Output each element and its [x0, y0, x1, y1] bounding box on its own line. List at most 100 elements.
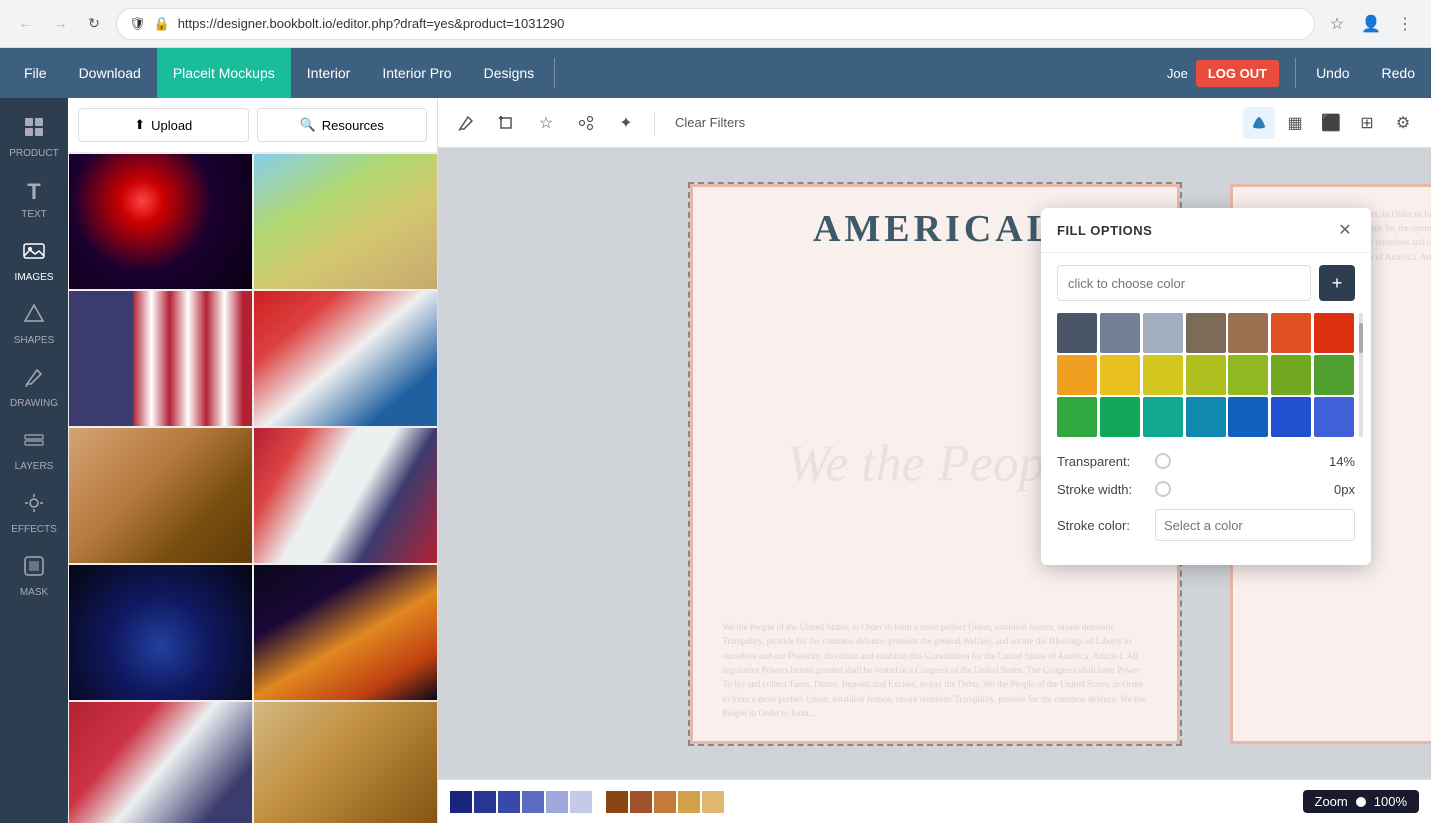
list-item[interactable] [253, 153, 437, 290]
color-strip-item[interactable] [702, 791, 724, 813]
star-tool[interactable]: ☆ [530, 107, 562, 139]
header-redo[interactable]: Redo [1366, 48, 1431, 98]
list-item[interactable] [253, 564, 437, 701]
color-swatch[interactable] [1100, 397, 1140, 437]
back-button[interactable]: ← [12, 10, 40, 38]
resources-button[interactable]: 🔍 Resources [257, 108, 428, 142]
stroke-width-radio[interactable] [1155, 481, 1171, 497]
zoom-control: Zoom 100% [1303, 790, 1419, 813]
bookmark-button[interactable]: ☆ [1323, 10, 1351, 38]
sidebar-item-layers[interactable]: LAYERS [0, 419, 68, 482]
list-item[interactable] [68, 427, 253, 564]
canvas-content[interactable]: AMERICAl We the People We the People of … [438, 148, 1431, 779]
address-bar[interactable]: 🛡 🔒 https://designer.bookbolt.io/editor.… [116, 8, 1315, 40]
color-swatch[interactable] [1143, 397, 1183, 437]
color-swatch[interactable] [1186, 397, 1226, 437]
color-add-button[interactable]: + [1319, 265, 1355, 301]
crop-tool[interactable] [490, 107, 522, 139]
color-swatch[interactable] [1186, 313, 1226, 353]
pencil-tool[interactable] [450, 107, 482, 139]
sidebar-shapes-label: SHAPES [14, 335, 55, 346]
image-panel-inner [68, 153, 437, 823]
swatch-scrollbar[interactable] [1359, 313, 1363, 437]
app-header: File Download Placeit Mockups Interior I… [0, 48, 1431, 98]
clear-filters-button[interactable]: Clear Filters [667, 111, 753, 134]
color-swatch[interactable] [1186, 355, 1226, 395]
filter-tool[interactable] [570, 107, 602, 139]
zoom-label: Zoom [1315, 794, 1348, 809]
sidebar-item-text[interactable]: T TEXT [0, 169, 68, 230]
reload-button[interactable]: ↻ [80, 10, 108, 38]
list-item[interactable] [68, 290, 253, 427]
color-swatch[interactable] [1228, 313, 1268, 353]
color-strip-item[interactable] [630, 791, 652, 813]
list-item[interactable] [68, 564, 253, 701]
color-swatch[interactable] [1314, 355, 1354, 395]
header-undo[interactable]: Undo [1300, 48, 1365, 98]
color-strip-item[interactable] [522, 791, 544, 813]
image-grid [68, 153, 437, 823]
color-swatch[interactable] [1314, 313, 1354, 353]
sidebar-mask-label: MASK [20, 587, 48, 598]
color-strip-item[interactable] [546, 791, 568, 813]
sidebar-item-images[interactable]: IMAGES [0, 230, 68, 293]
color-swatch[interactable] [1271, 313, 1311, 353]
lock-icon: 🔒 [154, 16, 170, 32]
header-file[interactable]: File [8, 48, 63, 98]
header-placeit[interactable]: Placeit Mockups [157, 48, 291, 98]
color-strip-item[interactable] [498, 791, 520, 813]
stroke-color-input[interactable] [1155, 509, 1355, 541]
sidebar-item-shapes[interactable]: SHAPES [0, 293, 68, 356]
color-swatch[interactable] [1143, 355, 1183, 395]
list-item[interactable] [253, 427, 437, 564]
list-item[interactable] [68, 701, 253, 823]
upload-icon: ⬆ [134, 117, 145, 133]
list-item[interactable] [68, 153, 253, 290]
toolbar-separator [654, 111, 655, 135]
color-swatch[interactable] [1057, 313, 1097, 353]
color-strip-item[interactable] [678, 791, 700, 813]
layout-tool[interactable]: ⊞ [1351, 107, 1383, 139]
color-swatch[interactable] [1314, 397, 1354, 437]
sidebar-item-drawing[interactable]: DRAWING [0, 356, 68, 419]
header-designs[interactable]: Designs [468, 48, 551, 98]
color-strip-item[interactable] [570, 791, 592, 813]
fill-options-close[interactable]: ✕ [1335, 220, 1355, 240]
sidebar-item-mask[interactable]: MASK [0, 545, 68, 608]
magic-tool[interactable]: ✦ [610, 107, 642, 139]
header-interior[interactable]: Interior [291, 48, 367, 98]
zoom-dot[interactable] [1356, 797, 1366, 807]
color-strip-item[interactable] [474, 791, 496, 813]
profile-button[interactable]: 👤 [1357, 10, 1385, 38]
menu-button[interactable]: ⋮ [1391, 10, 1419, 38]
color-strip-item[interactable] [450, 791, 472, 813]
settings-tool[interactable]: ⚙ [1387, 107, 1419, 139]
resources-icon: 🔍 [300, 117, 316, 133]
color-swatch[interactable] [1271, 397, 1311, 437]
images-icon [23, 240, 45, 268]
upload-button[interactable]: ⬆ Upload [78, 108, 249, 142]
color-swatch[interactable] [1100, 355, 1140, 395]
color-strip-item[interactable] [654, 791, 676, 813]
sidebar-item-product[interactable]: PRODUCT [0, 106, 68, 169]
color-swatch[interactable] [1057, 397, 1097, 437]
sidebar-item-effects[interactable]: EFFECTS [0, 482, 68, 545]
color-swatch[interactable] [1100, 313, 1140, 353]
logout-button[interactable]: LOG OUT [1196, 60, 1279, 87]
copy-tool[interactable]: ⬛ [1315, 107, 1347, 139]
color-swatch[interactable] [1057, 355, 1097, 395]
fill-tool[interactable] [1243, 107, 1275, 139]
grid-tool[interactable]: ▦ [1279, 107, 1311, 139]
header-interior-pro[interactable]: Interior Pro [366, 48, 467, 98]
color-strip-item[interactable] [606, 791, 628, 813]
list-item[interactable] [253, 290, 437, 427]
color-swatch[interactable] [1271, 355, 1311, 395]
transparent-radio[interactable] [1155, 453, 1171, 469]
color-swatch[interactable] [1228, 397, 1268, 437]
forward-button[interactable]: → [46, 10, 74, 38]
color-text-input[interactable] [1057, 265, 1311, 301]
header-download[interactable]: Download [63, 48, 157, 98]
color-swatch[interactable] [1228, 355, 1268, 395]
list-item[interactable] [253, 701, 437, 823]
color-swatch[interactable] [1143, 313, 1183, 353]
